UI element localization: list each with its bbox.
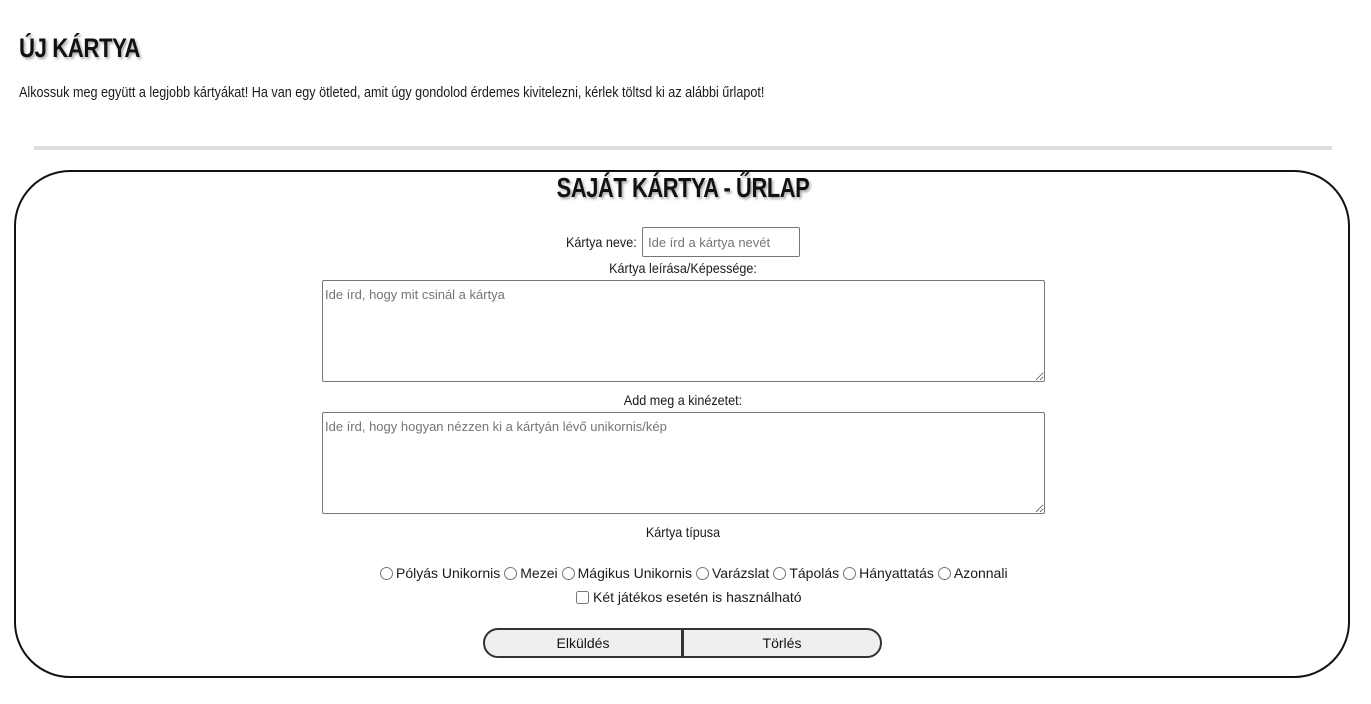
radio-label: Varázslat <box>712 565 770 581</box>
card-name-input[interactable] <box>642 227 800 257</box>
appearance-textarea[interactable] <box>322 412 1045 514</box>
radio-input[interactable] <box>504 566 518 580</box>
radio-input[interactable] <box>843 566 857 580</box>
radio-input[interactable] <box>561 566 575 580</box>
intro-text: Alkossuk meg együtt a legjobb kártyákat!… <box>19 85 765 101</box>
radio-input[interactable] <box>696 566 709 580</box>
submit-button[interactable]: Elküldés <box>483 628 683 658</box>
form-title: SAJÁT KÁRTYA - ŰRLAP <box>556 172 810 203</box>
two-player-option[interactable]: Két játékos esetén is használható <box>576 587 802 607</box>
divider <box>34 146 1332 150</box>
radio-option-varazslat[interactable]: Varázslat <box>696 565 773 581</box>
card-type-radio-group: Pólyás Unikornis Mezei Mágikus Unikornis… <box>380 563 1012 583</box>
radio-option-magikus-unikornis[interactable]: Mágikus Unikornis <box>561 565 696 581</box>
description-label: Kártya leírása/Képessége: <box>609 260 757 276</box>
radio-option-polyas-unikornis[interactable]: Pólyás Unikornis <box>380 565 504 581</box>
page-title: ÚJ KÁRTYA <box>19 33 140 63</box>
appearance-label: Add meg a kinézetet: <box>623 392 743 408</box>
card-name-label: Kártya neve: <box>566 234 637 250</box>
two-player-checkbox[interactable] <box>576 590 589 604</box>
radio-label: Hányattatás <box>859 565 934 581</box>
two-player-label: Két játékos esetén is használható <box>593 589 802 605</box>
radio-input[interactable] <box>773 566 787 580</box>
radio-label: Tápolás <box>789 565 840 581</box>
card-type-label: Kártya típusa <box>645 524 721 540</box>
radio-input[interactable] <box>380 566 393 580</box>
radio-option-mezei[interactable]: Mezei <box>504 565 561 581</box>
radio-label: Azonnali <box>953 565 1008 581</box>
radio-input[interactable] <box>937 566 951 580</box>
description-textarea[interactable] <box>322 280 1045 382</box>
radio-option-hanyattatas[interactable]: Hányattatás <box>843 565 938 581</box>
radio-label: Mágikus Unikornis <box>577 565 692 581</box>
reset-button[interactable]: Törlés <box>682 628 882 658</box>
radio-label: Pólyás Unikornis <box>396 565 501 581</box>
radio-label: Mezei <box>520 565 558 581</box>
card-name-row: Kártya neve: <box>0 227 1366 257</box>
radio-option-tapolas[interactable]: Tápolás <box>773 565 843 581</box>
radio-option-azonnali[interactable]: Azonnali <box>937 565 1012 581</box>
